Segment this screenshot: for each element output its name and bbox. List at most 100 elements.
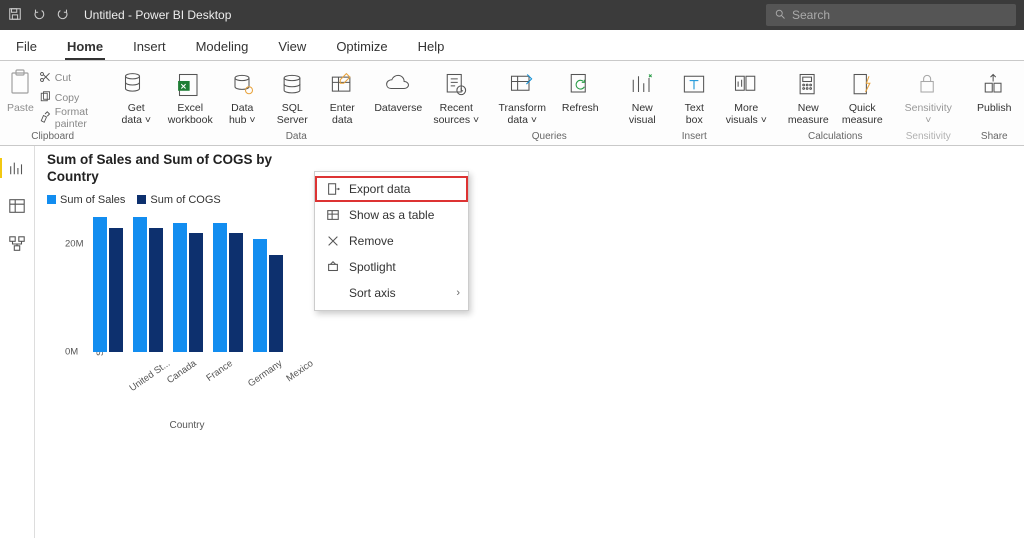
search-icon [774,8,786,23]
new-visual-button[interactable]: New visual [617,65,667,126]
legend-swatch-1 [47,195,56,204]
group-queries: Transform data ˅ Refresh Queries [487,65,611,145]
quick-measure-button[interactable]: Quick measure [837,65,887,126]
refresh-button[interactable]: Refresh [555,65,605,115]
bar [133,217,147,352]
bar [109,228,123,352]
dataverse-icon [381,69,415,101]
legend-swatch-2 [137,195,146,204]
data-hub-icon [225,69,259,101]
chart-legend: Sum of Sales Sum of COGS [47,194,327,206]
quick-measure-icon [845,69,879,101]
tab-home[interactable]: Home [55,33,115,60]
clipboard-icon [8,69,32,100]
tab-insert[interactable]: Insert [121,33,178,60]
bar [189,233,203,351]
recent-sources-button[interactable]: Recent sources ˅ [431,65,481,126]
x-axis-label: Country [47,420,327,431]
table-icon [325,207,341,223]
new-measure-button[interactable]: New measure [783,65,833,126]
recent-icon [439,69,473,101]
tab-view[interactable]: View [266,33,318,60]
bar-group [173,223,203,352]
export-icon [325,181,341,197]
chart-title: Sum of Sales and Sum of COGS by Country [47,152,327,186]
ribbon: Paste Cut Copy Format painter Clipboard … [0,60,1024,146]
bar-group [133,217,163,352]
bar-group [253,239,283,352]
database-icon [119,69,153,101]
scissors-icon [39,71,51,86]
redo-icon[interactable] [56,7,70,24]
spotlight-icon [325,259,341,275]
tab-file[interactable]: File [4,33,49,60]
brush-icon [39,111,51,126]
tab-optimize[interactable]: Optimize [324,33,399,60]
transform-icon [505,69,539,101]
bar-group [213,223,243,352]
bar [93,217,107,352]
cut-button[interactable]: Cut [39,69,100,87]
undo-icon[interactable] [32,7,46,24]
chart-icon [625,69,659,101]
refresh-icon [563,69,597,101]
paste-button[interactable]: Paste [6,65,35,114]
format-painter-button[interactable]: Format painter [39,109,100,127]
group-insert: New visual Text box More visuals ˅ Inser… [611,65,777,145]
bar [213,223,227,352]
menu-spotlight[interactable]: Spotlight [315,254,468,280]
transform-data-button[interactable]: Transform data ˅ [493,65,551,126]
publish-button[interactable]: Publish [969,65,1019,115]
menu-remove[interactable]: Remove [315,228,468,254]
calculator-icon [791,69,825,101]
publish-icon [977,69,1011,101]
remove-icon [325,233,341,249]
chart-plot: Sum of Sales and Sum ... 20M0M United St… [53,212,323,382]
dataverse-button[interactable]: Dataverse [369,65,427,115]
y-tick: 20M [65,238,83,249]
menu-show-as-table[interactable]: Show as a table [315,202,468,228]
x-tick: Mexico [284,358,315,384]
search-box[interactable] [766,4,1016,26]
ribbon-tabs: File Home Insert Modeling View Optimize … [0,30,1024,60]
more-visuals-button[interactable]: More visuals ˅ [721,65,771,126]
report-canvas[interactable]: Sum of Sales and Sum of COGS by Country … [35,146,1024,538]
menu-export-data[interactable]: Export data [315,176,468,202]
data-view-button[interactable] [5,194,29,218]
sql-icon [275,69,309,101]
save-icon[interactable] [8,7,22,24]
group-share: Publish Share [963,65,1024,145]
bar [229,233,243,351]
enter-data-button[interactable]: Enter data [319,65,365,126]
excel-workbook-button[interactable]: Excel workbook [165,65,215,126]
bar [173,223,187,352]
textbox-icon [677,69,711,101]
data-hub-button[interactable]: Data hub ˅ [219,65,265,126]
x-tick: Canada [165,358,199,386]
group-calculations: New measure Quick measure Calculations [777,65,893,145]
title-bar: Untitled - Power BI Desktop [0,0,1024,30]
tab-modeling[interactable]: Modeling [184,33,261,60]
group-sensitivity: Sensitivity ˅ Sensitivity [893,65,963,145]
chart-visual[interactable]: Sum of Sales and Sum of COGS by Country … [47,152,327,431]
view-rail [0,146,35,538]
more-visuals-icon [729,69,763,101]
group-clipboard: Paste Cut Copy Format painter Clipboard [0,65,105,145]
context-menu: Export data Show as a table Remove Spotl… [314,171,469,311]
excel-icon [173,69,207,101]
bar [269,255,283,352]
report-view-button[interactable] [5,156,29,180]
bar [253,239,267,352]
copy-button[interactable]: Copy [39,89,100,107]
get-data-button[interactable]: Get data ˅ [111,65,161,126]
search-input[interactable] [792,8,1008,22]
menu-sort-axis[interactable]: Sort axis› [315,280,468,306]
text-box-button[interactable]: Text box [671,65,717,126]
enter-data-icon [325,69,359,101]
group-data: Get data ˅ Excel workbook Data hub ˅ SQL… [105,65,487,145]
tab-help[interactable]: Help [406,33,457,60]
sensitivity-button[interactable]: Sensitivity ˅ [899,65,957,126]
sql-server-button[interactable]: SQL Server [269,65,315,126]
y-tick: 0M [65,346,78,357]
model-view-button[interactable] [5,232,29,256]
